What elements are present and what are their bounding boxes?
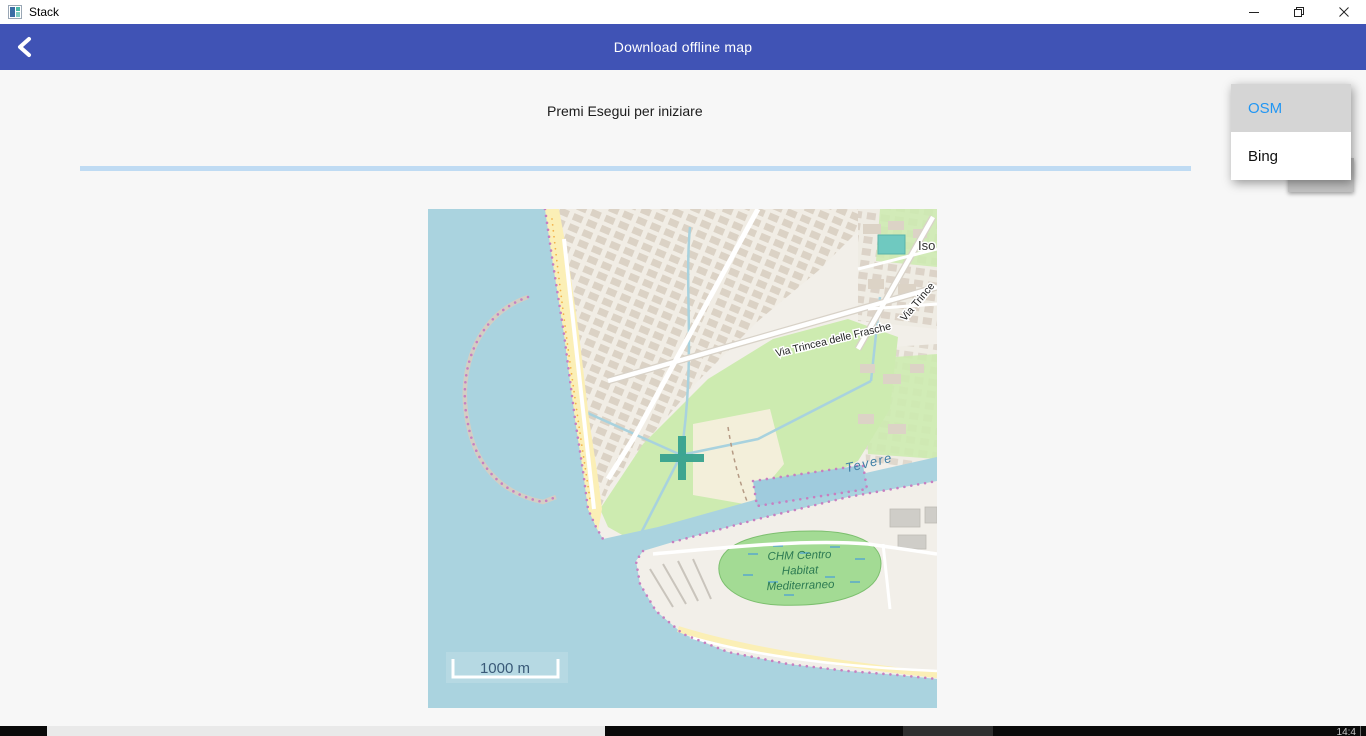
map-preview[interactable]: Via Trincea delle Frasche Via Trince Iso… [428, 209, 937, 708]
dropdown-item-osm[interactable]: OSM [1231, 84, 1351, 132]
map-canvas: Via Trincea delle Frasche Via Trince Iso… [428, 209, 937, 708]
taskbar-divider [1360, 726, 1361, 736]
minimize-button[interactable] [1231, 0, 1276, 24]
map-green-right [866, 354, 937, 459]
window-title: Stack [29, 5, 1231, 19]
restore-icon [1293, 6, 1305, 18]
back-button[interactable] [8, 29, 44, 65]
svg-text:CHM Centro: CHM Centro [767, 549, 832, 563]
map-pool [878, 235, 905, 254]
page-title: Download offline map [0, 39, 1366, 55]
minimize-icon [1248, 6, 1260, 18]
svg-text:Habitat: Habitat [782, 564, 820, 577]
taskbar: 14:4 [0, 726, 1366, 736]
close-button[interactable] [1321, 0, 1366, 24]
progress-bar [80, 166, 1191, 171]
close-icon [1338, 6, 1350, 18]
dropdown-item-bing[interactable]: Bing [1231, 132, 1351, 180]
instruction-text: Premi Esegui per iniziare [547, 103, 703, 119]
map-source-dropdown: OSM Bing [1231, 84, 1351, 180]
scale-bar-label: 1000 m [480, 660, 530, 677]
app-icon [8, 5, 22, 19]
window-controls [1231, 0, 1366, 24]
taskbar-clock: 14:4 [1337, 727, 1356, 736]
restore-button[interactable] [1276, 0, 1321, 24]
taskbar-segment-dark [903, 726, 993, 736]
app-header: Download offline map [0, 24, 1366, 70]
taskbar-segment-light [47, 726, 605, 736]
back-chevron-icon [15, 35, 37, 59]
svg-text:Mediterraneo: Mediterraneo [766, 579, 835, 593]
scale-bar: 1000 m [446, 652, 568, 683]
map-place-label: Iso [918, 238, 935, 253]
window-titlebar: Stack [0, 0, 1366, 24]
